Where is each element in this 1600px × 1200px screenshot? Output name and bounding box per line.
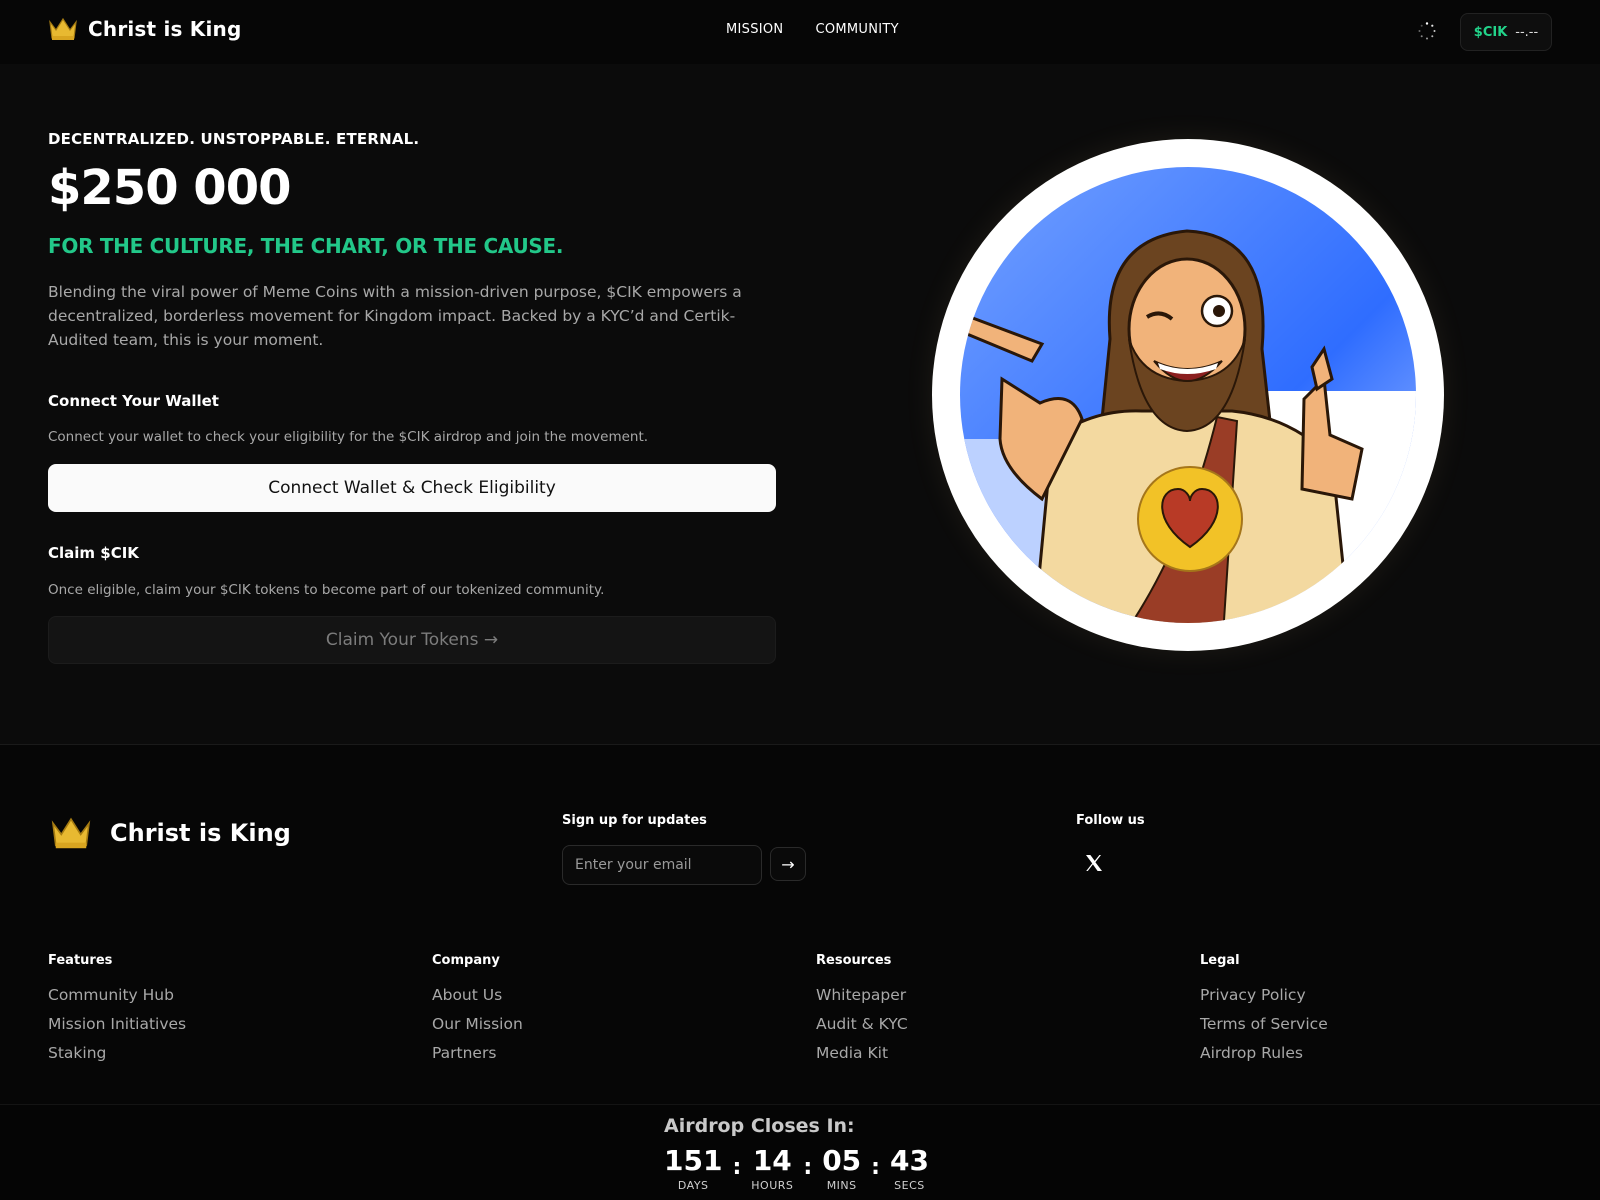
footer-link[interactable]: Staking (48, 1044, 186, 1062)
countdown-units: 151 DAYS : 14 HOURS : 05 MINS : 43 SECS (664, 1144, 929, 1193)
footer-link[interactable]: Our Mission (432, 1015, 523, 1033)
countdown-days-value: 151 (664, 1144, 723, 1177)
countdown-secs-label: SECS (894, 1179, 925, 1192)
mascot-portrait (932, 139, 1444, 651)
countdown-secs: 43 SECS (889, 1144, 929, 1193)
x-twitter-icon[interactable] (1084, 853, 1104, 873)
footer-col-resources: Resources Whitepaper Audit & KYC Media K… (816, 953, 908, 1073)
footer-col-title: Features (48, 953, 113, 968)
countdown-hours-value: 14 (752, 1144, 792, 1177)
hero-section: DECENTRALIZED. UNSTOPPABLE. ETERNAL. $25… (0, 64, 1600, 744)
email-input[interactable] (562, 845, 762, 885)
footer-col-features: Features Community Hub Mission Initiativ… (48, 953, 186, 1073)
crown-icon (49, 17, 77, 40)
footer-col-title: Legal (1200, 953, 1240, 968)
top-header: Christ is King MISSION COMMUNITY $CIK --… (0, 0, 1600, 64)
footer-link[interactable]: Community Hub (48, 986, 186, 1004)
token-price-pill[interactable]: $CIK --.-- (1460, 13, 1552, 51)
page: Christ is King MISSION COMMUNITY $CIK --… (0, 0, 1600, 1200)
countdown-separator: : (871, 1155, 880, 1180)
countdown-title: Airdrop Closes In: (664, 1115, 855, 1137)
connect-wallet-title: Connect Your Wallet (48, 392, 219, 410)
claim-text: Once eligible, claim your $CIK tokens to… (48, 582, 605, 598)
countdown-mins: 05 MINS (822, 1144, 862, 1193)
hero-description: Blending the viral power of Meme Coins w… (48, 283, 742, 349)
countdown-secs-value: 43 (889, 1144, 929, 1177)
countdown-days: 151 DAYS (664, 1144, 723, 1193)
countdown-mins-value: 05 (822, 1144, 862, 1177)
hero-eyebrow: DECENTRALIZED. UNSTOPPABLE. ETERNAL. (48, 130, 420, 148)
countdown-separator: : (803, 1155, 813, 1180)
main-nav: MISSION COMMUNITY (726, 22, 899, 37)
email-submit-button[interactable]: → (770, 847, 806, 881)
hero-amount: $250 000 (48, 160, 291, 216)
footer-link[interactable]: Terms of Service (1200, 1015, 1328, 1033)
crown-icon (51, 817, 91, 849)
footer-brand-name: Christ is King (110, 819, 291, 847)
claim-title: Claim $CIK (48, 544, 139, 562)
countdown-days-label: DAYS (677, 1179, 709, 1192)
footer-link[interactable]: Airdrop Rules (1200, 1044, 1328, 1062)
countdown-hours: 14 HOURS (751, 1144, 794, 1193)
nav-mission[interactable]: MISSION (726, 22, 783, 37)
footer-link[interactable]: Audit & KYC (816, 1015, 908, 1033)
signup-label: Sign up for updates (562, 813, 707, 828)
countdown-mins-label: MINS (826, 1179, 857, 1192)
footer-col-company: Company About Us Our Mission Partners (432, 953, 523, 1073)
footer-link[interactable]: Whitepaper (816, 986, 908, 1004)
claim-tokens-button[interactable]: Claim Your Tokens → (48, 616, 776, 664)
footer-col-legal: Legal Privacy Policy Terms of Service Ai… (1200, 953, 1328, 1073)
token-price: --.-- (1515, 24, 1539, 40)
brand-logo-link[interactable]: Christ is King (48, 16, 242, 42)
footer-col-title: Company (432, 953, 500, 968)
connect-wallet-button[interactable]: Connect Wallet & Check Eligibility (48, 464, 776, 512)
hero-tagline: FOR THE CULTURE, THE CHART, OR THE CAUSE… (48, 234, 564, 258)
loading-spinner-icon (1418, 22, 1436, 40)
site-footer: Christ is King Sign up for updates → Fol… (0, 744, 1600, 1104)
footer-link[interactable]: Media Kit (816, 1044, 908, 1062)
footer-col-title: Resources (816, 953, 892, 968)
token-ticker: $CIK (1473, 24, 1508, 40)
countdown-hours-label: HOURS (751, 1179, 794, 1192)
connect-wallet-text: Connect your wallet to check your eligib… (48, 429, 649, 445)
countdown-separator: : (732, 1155, 742, 1180)
footer-link[interactable]: Mission Initiatives (48, 1015, 186, 1033)
nav-community[interactable]: COMMUNITY (815, 22, 898, 37)
airdrop-countdown-bar: Airdrop Closes In: 151 DAYS : 14 HOURS :… (0, 1104, 1600, 1200)
footer-link[interactable]: Privacy Policy (1200, 986, 1328, 1004)
footer-link[interactable]: Partners (432, 1044, 523, 1062)
brand-name: Christ is King (88, 17, 242, 41)
footer-link[interactable]: About Us (432, 986, 523, 1004)
footer-brand[interactable]: Christ is King (50, 815, 291, 851)
follow-label: Follow us (1076, 813, 1145, 828)
mascot-illustration (960, 167, 1416, 623)
